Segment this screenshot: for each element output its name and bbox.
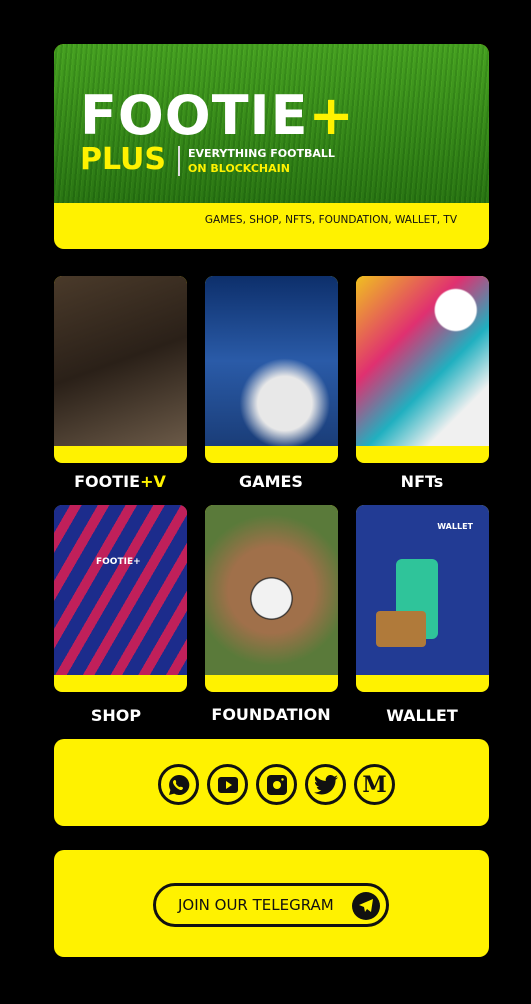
instagram-icon[interactable]: [256, 764, 297, 805]
card-foundation[interactable]: [205, 505, 338, 692]
football-boot-image: [356, 276, 489, 446]
telegram-icon: [352, 892, 380, 920]
telegram-box: JOIN OUR TELEGRAM: [54, 850, 489, 957]
wallet-image: WALLET: [356, 505, 489, 675]
kids-football-image: [205, 505, 338, 675]
hero-banner: FOOTIE+ PLUS EVERYTHING FOOTBALL ON BLOC…: [54, 44, 489, 249]
living-room-image: [54, 276, 187, 446]
youtube-icon[interactable]: [207, 764, 248, 805]
logo-word: FOOTIE: [80, 84, 309, 147]
tagline: EVERYTHING FOOTBALL ON BLOCKCHAIN: [178, 146, 338, 176]
card-games[interactable]: [205, 276, 338, 463]
card-label-foundation[interactable]: FOUNDATION: [196, 705, 346, 724]
footie-plus-logo: FOOTIE+ PLUS EVERYTHING FOOTBALL ON BLOC…: [80, 89, 355, 178]
wallet-image-text: WALLET: [437, 522, 473, 531]
join-telegram-button[interactable]: JOIN OUR TELEGRAM: [153, 883, 389, 927]
card-label-games[interactable]: GAMES: [196, 472, 346, 491]
jersey-image: FOOTIE+: [54, 505, 187, 675]
join-telegram-label: JOIN OUR TELEGRAM: [178, 896, 334, 914]
card-label-shop[interactable]: SHOP: [41, 706, 191, 725]
card-nfts[interactable]: [356, 276, 489, 463]
services-list: GAMES, SHOP, NFTS, FOUNDATION, WALLET, T…: [204, 214, 457, 226]
tagline-line-2: ON BLOCKCHAIN: [188, 162, 290, 175]
card-shop[interactable]: FOOTIE+: [54, 505, 187, 692]
card-wallet[interactable]: WALLET: [356, 505, 489, 692]
card-label-wallet[interactable]: WALLET: [347, 706, 497, 725]
twitter-icon[interactable]: [305, 764, 346, 805]
whatsapp-icon[interactable]: [158, 764, 199, 805]
card-footie-tv[interactable]: [54, 276, 187, 463]
logo-plus-sign: +: [308, 84, 355, 147]
card-label-nfts[interactable]: NFTs: [347, 472, 497, 491]
jersey-text: FOOTIE+: [96, 557, 141, 567]
card-label-footie-tv[interactable]: FOOTIE+V: [45, 472, 195, 491]
tagline-line-1: EVERYTHING FOOTBALL: [188, 147, 335, 160]
social-links-box: M: [54, 739, 489, 826]
medium-icon[interactable]: M: [354, 764, 395, 805]
logo-sub: PLUS: [80, 142, 167, 177]
wallet-graphic: [376, 611, 426, 647]
gamepad-image: [205, 276, 338, 446]
